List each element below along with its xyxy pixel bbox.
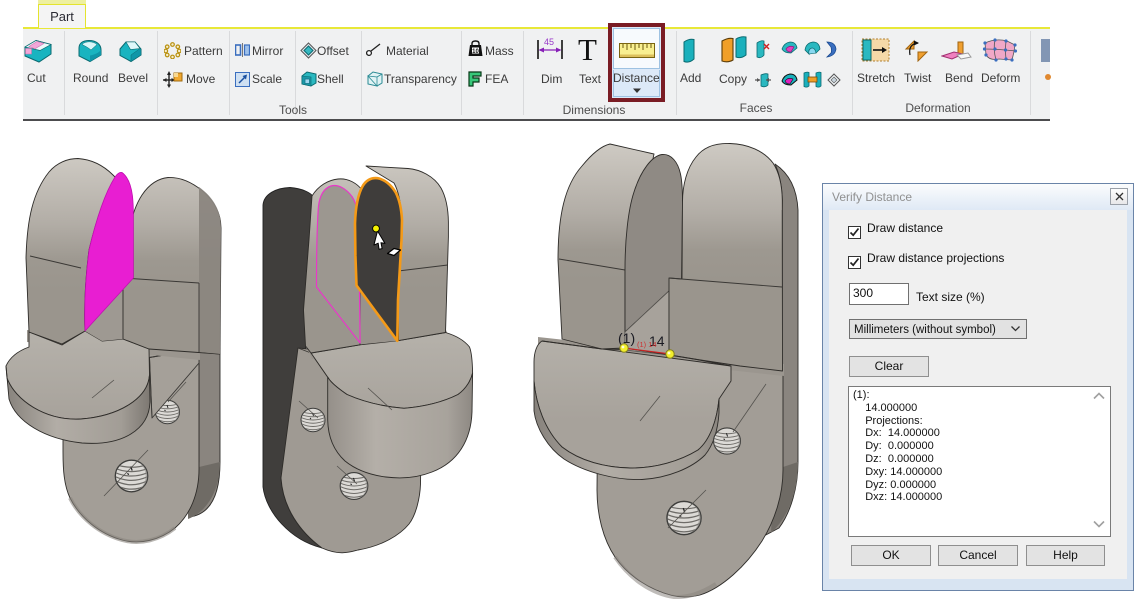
svg-text:(1) 14: (1) 14 [637,340,657,349]
svg-text:45: 45 [544,37,554,47]
svg-text:(1): (1) [618,330,635,346]
svg-text:10: 10 [472,49,479,55]
